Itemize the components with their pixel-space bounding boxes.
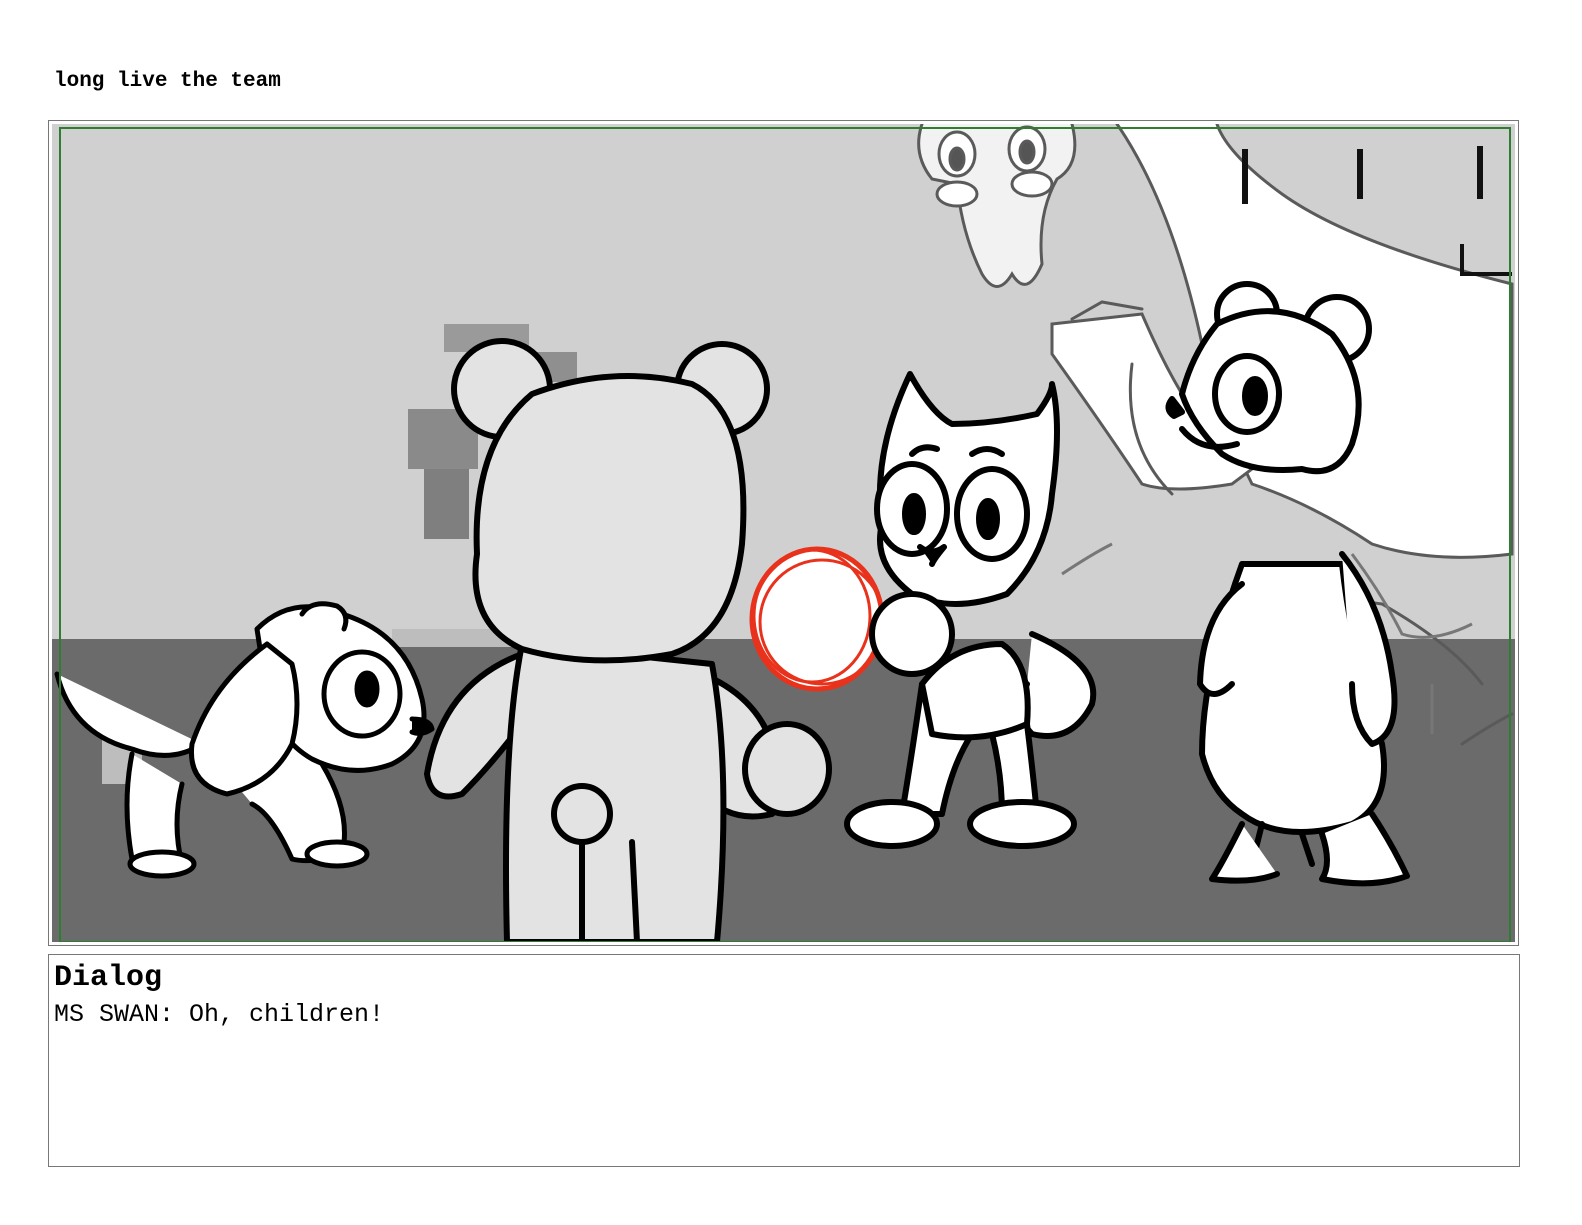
dialog-heading: Dialog <box>54 961 163 995</box>
panel-illustration <box>52 124 1515 942</box>
storyboard-panel <box>48 120 1519 946</box>
ball-highlight <box>749 546 886 692</box>
sheet-title: long live the team <box>54 70 281 93</box>
dialog-box: Dialog MS SWAN: Oh, children! <box>48 954 1520 1167</box>
dialog-line: MS SWAN: Oh, children! <box>54 1000 385 1029</box>
